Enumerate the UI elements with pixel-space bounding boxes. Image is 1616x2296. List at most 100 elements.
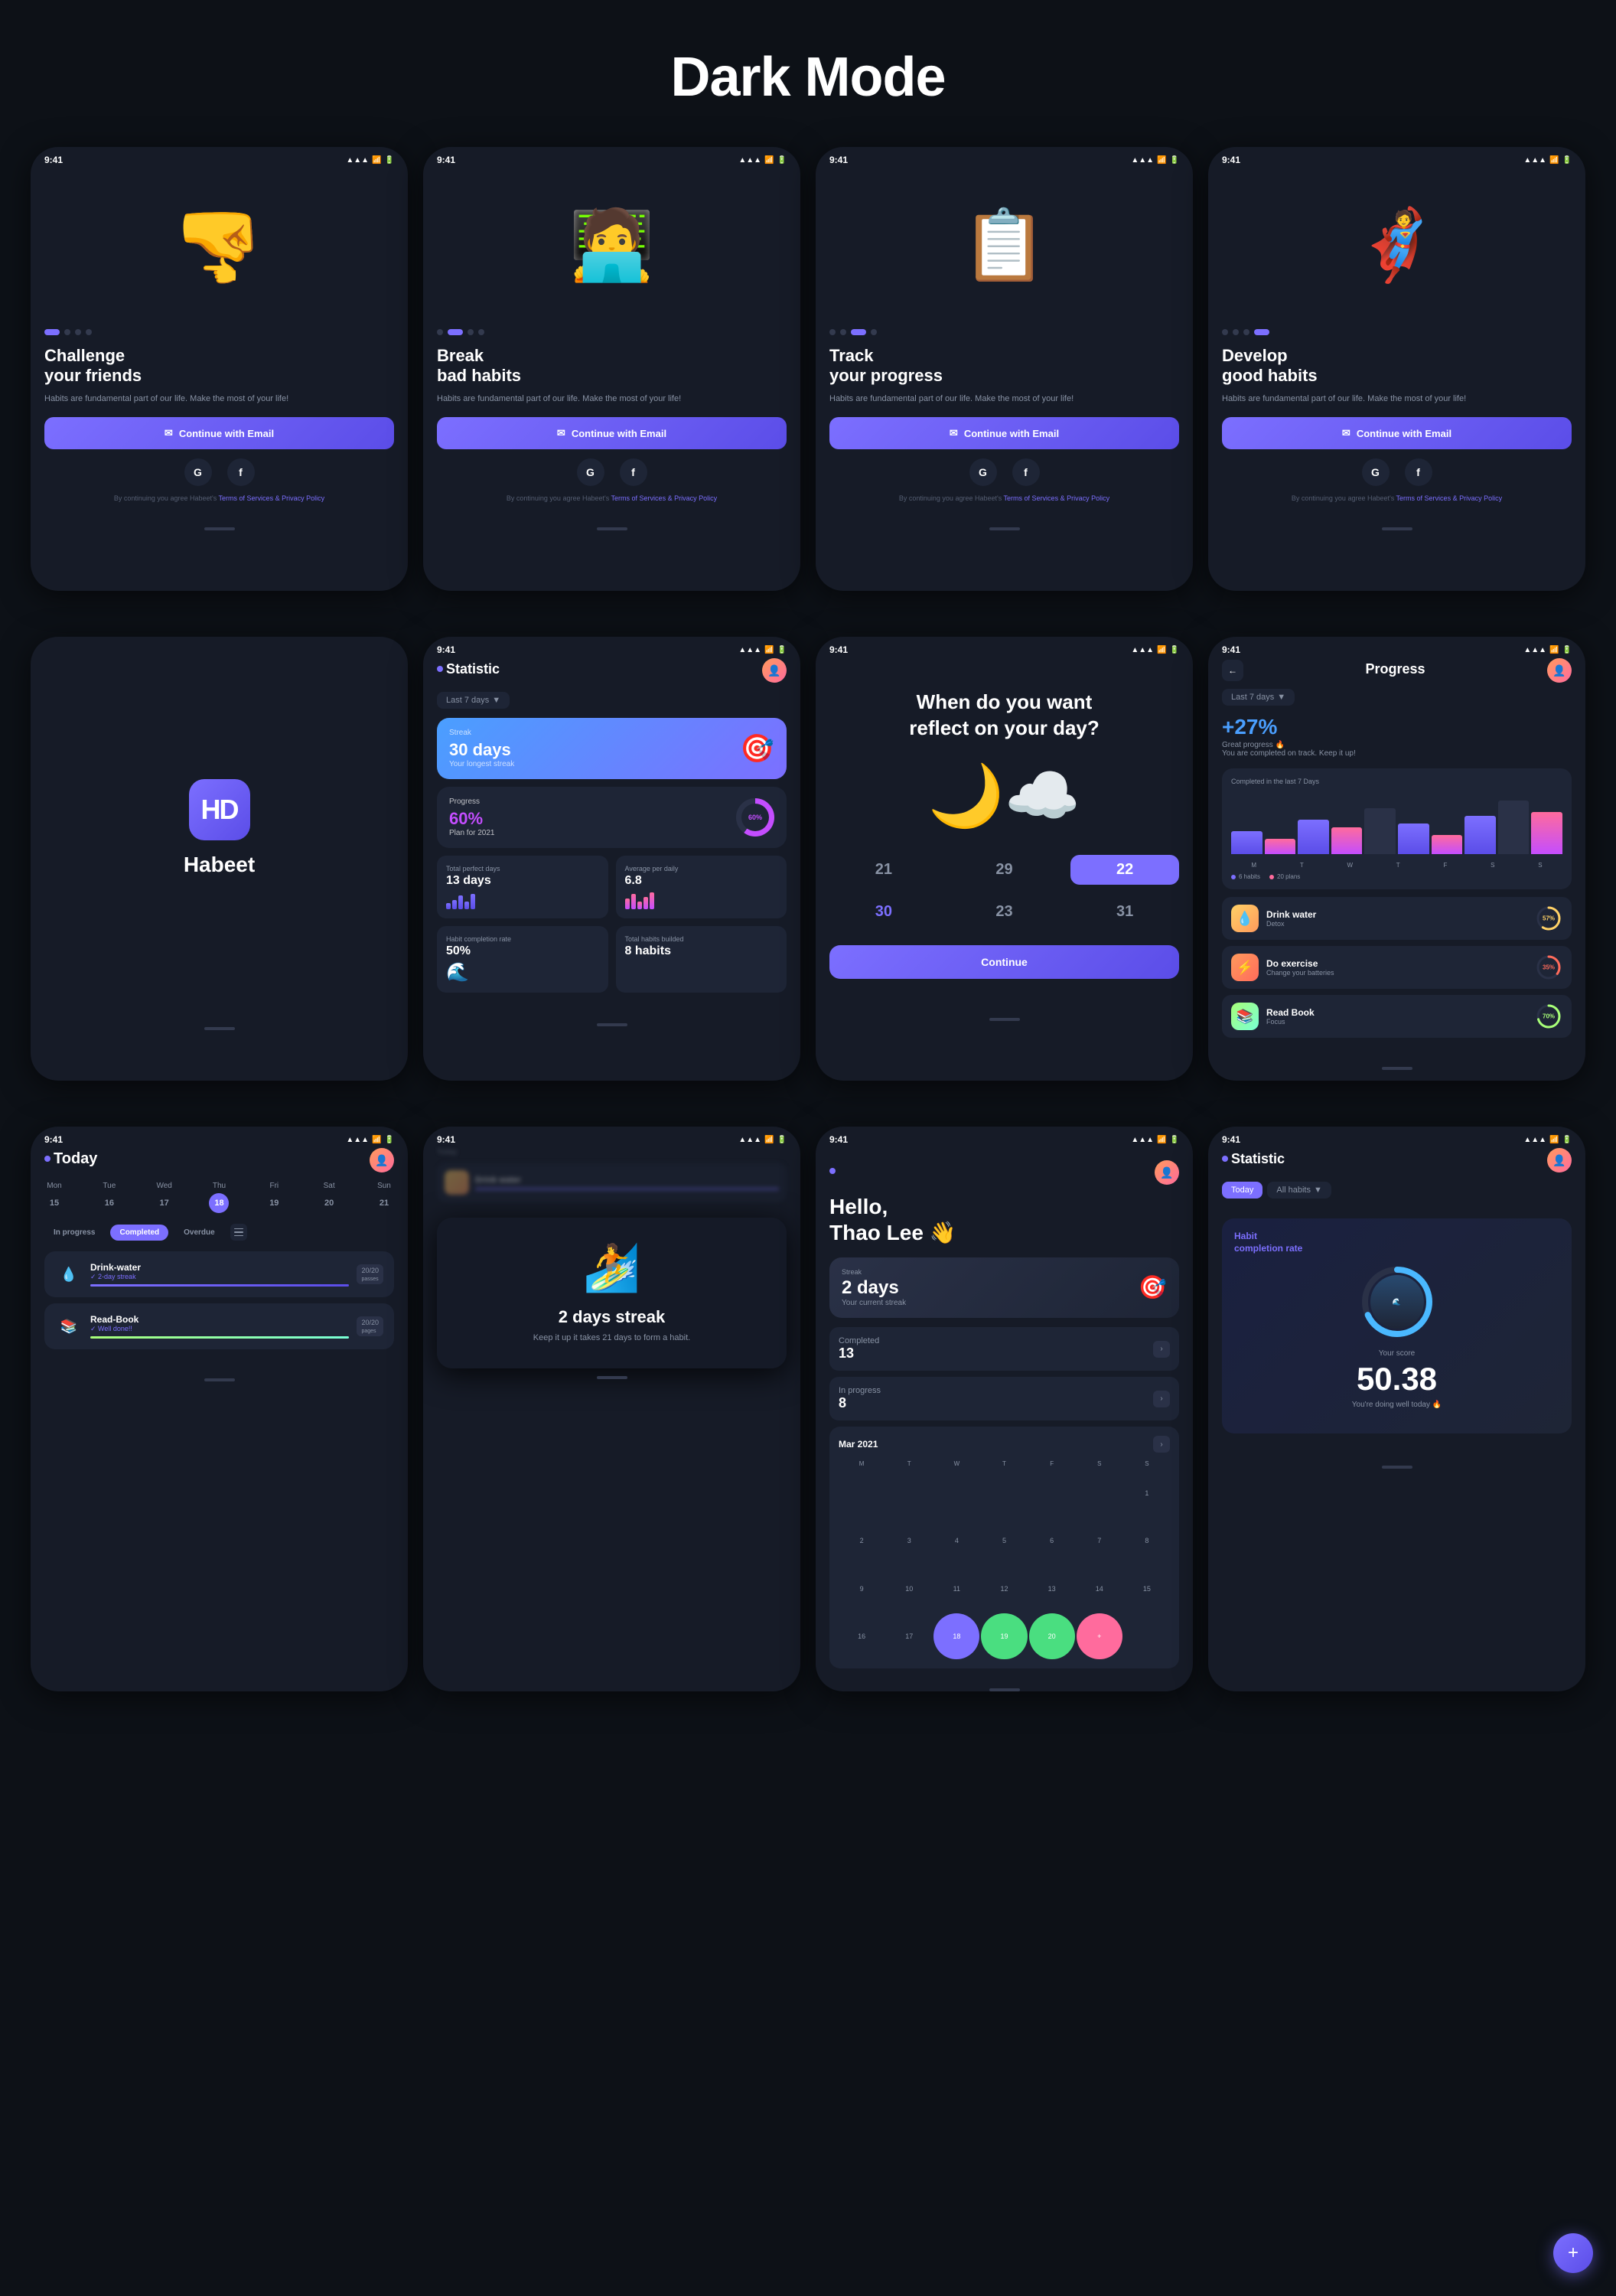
progress-avatar[interactable]: 👤: [1547, 658, 1572, 683]
dots-3: [829, 329, 1179, 335]
stat-avatar[interactable]: 👤: [762, 658, 787, 683]
fab-add-button[interactable]: +: [1553, 2233, 1593, 2273]
streak-label: Streak: [449, 729, 514, 737]
terms-1: By continuing you agree Habeet's Terms o…: [44, 494, 394, 504]
stat-time: 9:41: [437, 644, 455, 655]
streak-surfer-emoji: 🏄: [452, 1241, 771, 1295]
calendar-section: Mar 2021 › M T W T F S S: [829, 1427, 1179, 1668]
onboard-desc-3: Habits are fundamental part of our life.…: [829, 393, 1179, 406]
status-time-3: 9:41: [829, 155, 848, 165]
terms-3: By continuing you agree Habeet's Terms o…: [829, 494, 1179, 504]
continue-email-btn-3[interactable]: ✉ Continue with Email: [829, 417, 1179, 449]
in-progress-arrow[interactable]: ›: [1153, 1391, 1170, 1407]
tab-completed[interactable]: Completed: [110, 1225, 168, 1241]
continue-email-btn-1[interactable]: ✉ Continue with Email: [44, 417, 394, 449]
today-water-badge: 20/20passes: [357, 1264, 383, 1284]
today-water-icon: 💧: [55, 1261, 83, 1288]
home-indicator-logo: [204, 1027, 235, 1030]
stat-status-icons: ▲▲▲📶🔋: [738, 646, 787, 654]
onboarding-screen-4: 9:41 ▲▲▲📶🔋 🦸 Developgood habits Habits a…: [1208, 147, 1585, 591]
filter-all-habits-btn[interactable]: All habits ▼: [1267, 1182, 1331, 1199]
completed-row: Completed 13 ›: [829, 1327, 1179, 1371]
today-book-badge: 20/20pages: [357, 1316, 383, 1336]
today-book-icon: 📚: [55, 1313, 83, 1340]
reflect-status: ▲▲▲📶🔋: [1131, 646, 1179, 654]
stat-title: Statistic: [446, 661, 500, 677]
habit-book: 📚 Read Book Focus 70%: [1222, 995, 1572, 1038]
notif-dot-stat-today: [1222, 1156, 1228, 1162]
completion-rate-title: Habitcompletion rate: [1234, 1231, 1559, 1254]
date-22[interactable]: 22: [1070, 855, 1179, 885]
reflect-title: When do you wantreflect on your day?: [909, 690, 1100, 742]
status-icons-3: ▲▲▲📶🔋: [1131, 156, 1179, 165]
status-time-1: 9:41: [44, 155, 63, 165]
progress-pct: +27%: [1222, 715, 1572, 739]
facebook-btn-3[interactable]: f: [1012, 458, 1040, 486]
google-btn-2[interactable]: G: [577, 458, 604, 486]
today-time: 9:41: [44, 1134, 63, 1145]
social-row-4: G f: [1222, 458, 1572, 486]
onboarding-screen-1: 9:41 ▲▲▲📶🔋 🤜 👈 Challengeyour friends Hab…: [31, 147, 408, 591]
stat-today-title: Statistic: [1231, 1151, 1285, 1167]
continue-btn[interactable]: Continue: [829, 945, 1179, 979]
progress-filter[interactable]: Last 7 days ▼: [1222, 689, 1295, 706]
status-icons-1: ▲▲▲📶🔋: [346, 156, 394, 165]
today-habit-book: 📚 Read-Book ✓ Well done!! 20/20pages: [44, 1303, 394, 1349]
hello-time: 9:41: [829, 1134, 848, 1145]
stat-filter[interactable]: Last 7 days ▼: [437, 692, 510, 709]
exercise-icon: ⚡: [1231, 954, 1259, 981]
status-time-2: 9:41: [437, 155, 455, 165]
onboarding-screen-3: 9:41 ▲▲▲📶🔋 📋 Trackyour progress Habits a…: [816, 147, 1193, 591]
google-btn-3[interactable]: G: [969, 458, 997, 486]
date-30[interactable]: 30: [829, 897, 938, 927]
hello-avatar[interactable]: 👤: [1155, 1160, 1179, 1185]
facebook-btn-1[interactable]: f: [227, 458, 255, 486]
filter-today-btn[interactable]: Today: [1222, 1182, 1262, 1199]
onboarding-screen-2: 9:41 ▲▲▲📶🔋 🧑‍💻 Breakbad habits Habits ar…: [423, 147, 800, 591]
today-book-check: ✓ Well done!!: [90, 1325, 349, 1333]
menu-icon[interactable]: [230, 1224, 247, 1241]
date-grid: 21 29 22 30 23 31: [829, 855, 1179, 927]
in-progress-row: In progress 8 ›: [829, 1377, 1179, 1420]
date-23[interactable]: 23: [950, 897, 1059, 927]
streak-notif-sub: Keep it up it takes 21 days to form a ha…: [452, 1332, 771, 1345]
status-icons-4: ▲▲▲📶🔋: [1523, 156, 1572, 165]
google-btn-1[interactable]: G: [184, 458, 212, 486]
cal-arrow[interactable]: ›: [1153, 1436, 1170, 1453]
google-btn-4[interactable]: G: [1362, 458, 1390, 486]
onboard-desc-1: Habits are fundamental part of our life.…: [44, 393, 394, 406]
date-31[interactable]: 31: [1070, 897, 1179, 927]
date-21[interactable]: 21: [829, 855, 938, 885]
in-progress-card: In progress 8 ›: [829, 1377, 1179, 1420]
habits-built-card: Total habits builded 8 habits: [616, 926, 787, 993]
chart-title: Completed in the last 7 Days: [1231, 778, 1562, 785]
terms-4: By continuing you agree Habeet's Terms o…: [1222, 494, 1572, 504]
status-icons-2: ▲▲▲📶🔋: [738, 156, 787, 165]
continue-email-btn-4[interactable]: ✉ Continue with Email: [1222, 417, 1572, 449]
home-indicator-3: [989, 527, 1020, 530]
date-29[interactable]: 29: [950, 855, 1059, 885]
back-btn[interactable]: ←: [1222, 660, 1243, 681]
completed-arrow[interactable]: ›: [1153, 1341, 1170, 1358]
exercise-ring: 35%: [1535, 954, 1562, 981]
today-avatar[interactable]: 👤: [370, 1148, 394, 1172]
streak-sub: Your longest streak: [449, 760, 514, 768]
app-logo-name: Habeet: [184, 853, 255, 877]
tab-in-progress[interactable]: In progress: [44, 1225, 104, 1241]
prog-label: Progress: [449, 797, 495, 806]
home-indicator-hello: [989, 1688, 1020, 1691]
hello-screen: 9:41 ▲▲▲📶🔋 👤 Hello,Thao Lee 👋 Streak 2 d…: [816, 1127, 1193, 1691]
streak-card: Streak 30 days Your longest streak 🎯: [437, 718, 787, 779]
home-indicator-today: [204, 1378, 235, 1381]
water-ring: 57%: [1535, 905, 1562, 932]
facebook-btn-2[interactable]: f: [620, 458, 647, 486]
reflect-screen: 9:41 ▲▲▲📶🔋 When do you wantreflect on yo…: [816, 637, 1193, 1081]
tab-overdue[interactable]: Overdue: [174, 1225, 224, 1241]
onboard-title-1: Challengeyour friends: [44, 346, 394, 386]
continue-email-btn-2[interactable]: ✉ Continue with Email: [437, 417, 787, 449]
home-indicator-stat-today: [1382, 1466, 1412, 1469]
facebook-btn-4[interactable]: f: [1405, 458, 1432, 486]
statistic-screen: 9:41 ▲▲▲📶🔋 Statistic 👤 Last 7 days ▼ Str…: [423, 637, 800, 1081]
completion-rate-card: Habit completion rate 50% 🌊: [437, 926, 608, 993]
stat-today-avatar[interactable]: 👤: [1547, 1148, 1572, 1172]
